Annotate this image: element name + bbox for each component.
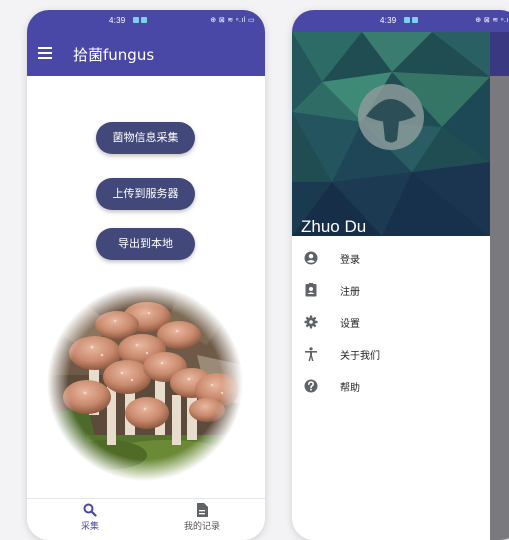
mushroom-logo-icon xyxy=(358,84,424,150)
drawer-item-label: 帮助 xyxy=(340,383,360,394)
accessibility-person-icon xyxy=(304,346,318,361)
nav-collect[interactable]: 采集 xyxy=(50,502,130,532)
drawer-item-label: 设置 xyxy=(340,319,360,330)
drawer-item-settings[interactable]: 设置 xyxy=(292,308,490,336)
status-bar: 4:39 ⊕ ⊠ ≋ ⁿ.ıl ▭ xyxy=(292,10,509,32)
app-title: 拾菌fungus xyxy=(73,46,155,64)
notification-icons xyxy=(404,17,418,23)
drawer-item-help[interactable]: 帮助 xyxy=(292,372,490,400)
gear-icon xyxy=(304,314,318,329)
phone-drawer-screen: 4:39 ⊕ ⊠ ≋ ⁿ.ıl ▭ xyxy=(292,10,509,540)
drawer-item-about[interactable]: 关于我们 xyxy=(292,340,490,368)
system-status-icons: ⊕ ⊠ ≋ ⁿ.ıl ▭ xyxy=(210,17,255,24)
help-circle-icon xyxy=(304,378,318,393)
drawer-menu: 登录 注册 设置 关于我们 帮助 xyxy=(292,236,490,540)
document-icon xyxy=(162,502,242,518)
export-local-button[interactable]: 导出到本地 xyxy=(96,228,195,260)
account-circle-icon xyxy=(304,250,318,265)
status-time: 4:39 xyxy=(380,16,397,25)
dimmed-app-bar xyxy=(490,32,509,76)
mushroom-photo xyxy=(47,285,243,481)
drawer-item-label: 登录 xyxy=(340,255,360,266)
nav-my-records[interactable]: 我的记录 xyxy=(162,502,242,532)
user-name: Zhuo Du xyxy=(301,217,367,236)
system-status-icons: ⊕ ⊠ ≋ ⁿ.ıl ▭ xyxy=(475,17,509,24)
upload-to-server-button[interactable]: 上传到服务器 xyxy=(96,178,195,210)
drawer-item-label: 注册 xyxy=(340,287,360,298)
drawer-header: Zhuo Du xyxy=(292,32,490,236)
menu-icon[interactable] xyxy=(38,47,52,59)
drawer-item-login[interactable]: 登录 xyxy=(292,244,490,272)
app-bar: 拾菌fungus xyxy=(27,32,265,76)
status-bar: 4:39 ⊕ ⊠ ≋ ⁿ.ıl ▭ xyxy=(27,10,265,32)
collect-info-button[interactable]: 菌物信息采集 xyxy=(96,122,195,154)
notification-icons xyxy=(133,17,147,23)
nav-my-records-label: 我的记录 xyxy=(183,522,220,532)
drawer-item-register[interactable]: 注册 xyxy=(292,276,490,304)
status-time: 4:39 xyxy=(109,16,126,25)
contact-badge-icon xyxy=(304,282,318,297)
drawer-item-label: 关于我们 xyxy=(340,351,380,362)
search-icon xyxy=(50,502,130,518)
drawer-scrim[interactable] xyxy=(490,32,509,540)
nav-collect-label: 采集 xyxy=(80,522,99,532)
polygon-background xyxy=(292,32,490,236)
phone-main-screen: 4:39 ⊕ ⊠ ≋ ⁿ.ıl ▭ 拾菌fungus 菌物信息采集 上传到服务器… xyxy=(27,10,265,540)
